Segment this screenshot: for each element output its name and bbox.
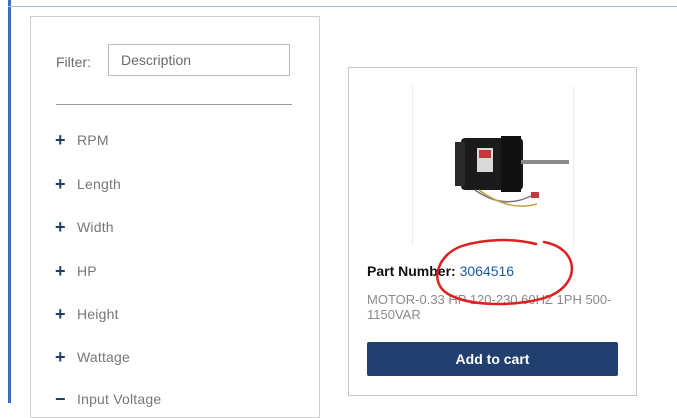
add-to-cart-button[interactable]: Add to cart bbox=[367, 342, 618, 376]
facet-label: Height bbox=[77, 306, 119, 322]
facet-label: Width bbox=[77, 219, 114, 235]
facet-label: HP bbox=[77, 263, 97, 279]
sidebar-divider bbox=[56, 104, 292, 105]
collapse-icon: − bbox=[55, 389, 66, 409]
facet-label: RPM bbox=[77, 132, 109, 148]
facet-rpm[interactable]: + RPM bbox=[55, 130, 109, 150]
window-left-edge bbox=[8, 0, 11, 403]
expand-icon: + bbox=[55, 130, 66, 150]
expand-icon: + bbox=[55, 174, 66, 194]
expand-icon: + bbox=[55, 261, 66, 281]
filter-sidebar: Filter: + RPM + Length + Width + HP + He… bbox=[30, 16, 320, 418]
motor-product-image bbox=[455, 136, 569, 207]
facet-wattage[interactable]: + Wattage bbox=[55, 347, 130, 367]
facet-height[interactable]: + Height bbox=[55, 304, 119, 324]
facet-label: Length bbox=[77, 176, 122, 192]
filter-label: Filter: bbox=[56, 54, 91, 70]
facet-hp[interactable]: + HP bbox=[55, 261, 97, 281]
facet-width[interactable]: + Width bbox=[55, 217, 114, 237]
expand-icon: + bbox=[55, 347, 66, 367]
product-image-frame[interactable] bbox=[412, 86, 574, 246]
facet-label: Input Voltage bbox=[77, 391, 162, 407]
red-circle-annotation bbox=[436, 238, 574, 306]
expand-icon: + bbox=[55, 217, 66, 237]
expand-icon: + bbox=[55, 304, 66, 324]
facet-length[interactable]: + Length bbox=[55, 174, 121, 194]
facet-label: Wattage bbox=[77, 349, 131, 365]
filter-description-input[interactable] bbox=[108, 44, 290, 76]
facet-input-voltage[interactable]: − Input Voltage bbox=[55, 389, 161, 409]
window-top-edge bbox=[8, 6, 677, 7]
